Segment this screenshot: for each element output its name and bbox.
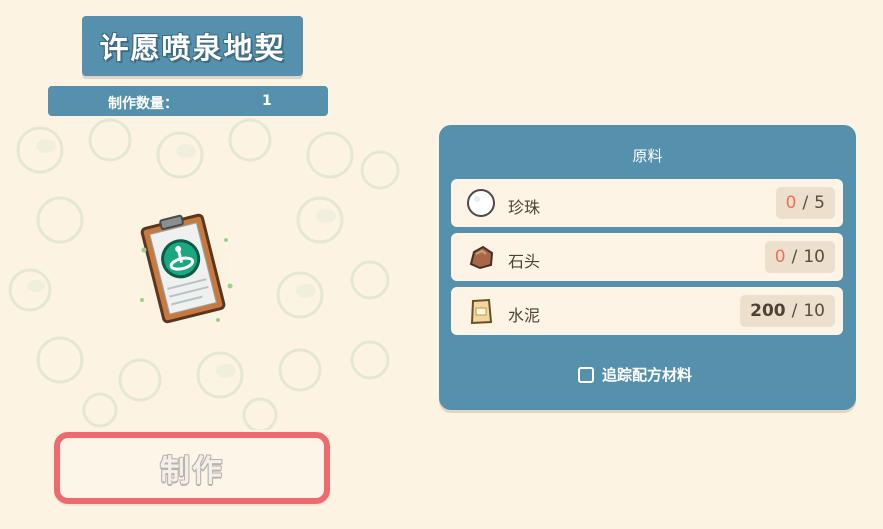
material-separator: / [802, 193, 809, 213]
material-have: 0 [774, 247, 786, 267]
materials-panel: 原料 珍珠 0 / 5 石头 0 / 10 水泥 200 / 10 追踪配方材料 [439, 125, 856, 410]
material-separator: / [791, 247, 798, 267]
craft-button[interactable]: 制作 [54, 432, 330, 504]
materials-title: 原料 [632, 147, 663, 165]
craft-quantity-bar: 制作数量： 1 [48, 86, 328, 116]
stone-icon [469, 245, 494, 270]
material-name: 水泥 [508, 306, 541, 325]
material-row-cement: 水泥 200 / 10 [451, 287, 843, 335]
material-row-stone: 石头 0 / 10 [451, 233, 843, 281]
deed-blueprint-icon [130, 202, 240, 334]
pearl-icon [467, 189, 495, 217]
material-row-pearl: 珍珠 0 / 5 [451, 179, 843, 227]
material-need: 10 [803, 247, 825, 267]
track-label: 追踪配方材料 [602, 366, 693, 384]
track-materials-toggle[interactable]: 追踪配方材料 [578, 364, 692, 385]
material-have: 200 [750, 301, 786, 321]
quantity-label: 制作数量： [108, 96, 178, 112]
track-checkbox[interactable] [578, 366, 594, 383]
craft-button-label: 制作 [160, 454, 224, 489]
material-name: 石头 [508, 252, 541, 271]
material-separator: / [791, 301, 798, 321]
material-need: 5 [814, 193, 825, 213]
material-have: 0 [785, 193, 797, 213]
material-count: 200 / 10 [740, 295, 835, 327]
material-count: 0 / 10 [764, 241, 835, 273]
quantity-value: 1 [262, 93, 272, 109]
recipe-title-plate: 许愿喷泉地契 [82, 16, 303, 76]
material-count: 0 / 5 [775, 187, 835, 219]
recipe-title: 许愿喷泉地契 [99, 31, 286, 65]
material-name: 珍珠 [508, 198, 541, 217]
material-need: 10 [803, 301, 825, 321]
cement-bag-icon [470, 298, 493, 325]
